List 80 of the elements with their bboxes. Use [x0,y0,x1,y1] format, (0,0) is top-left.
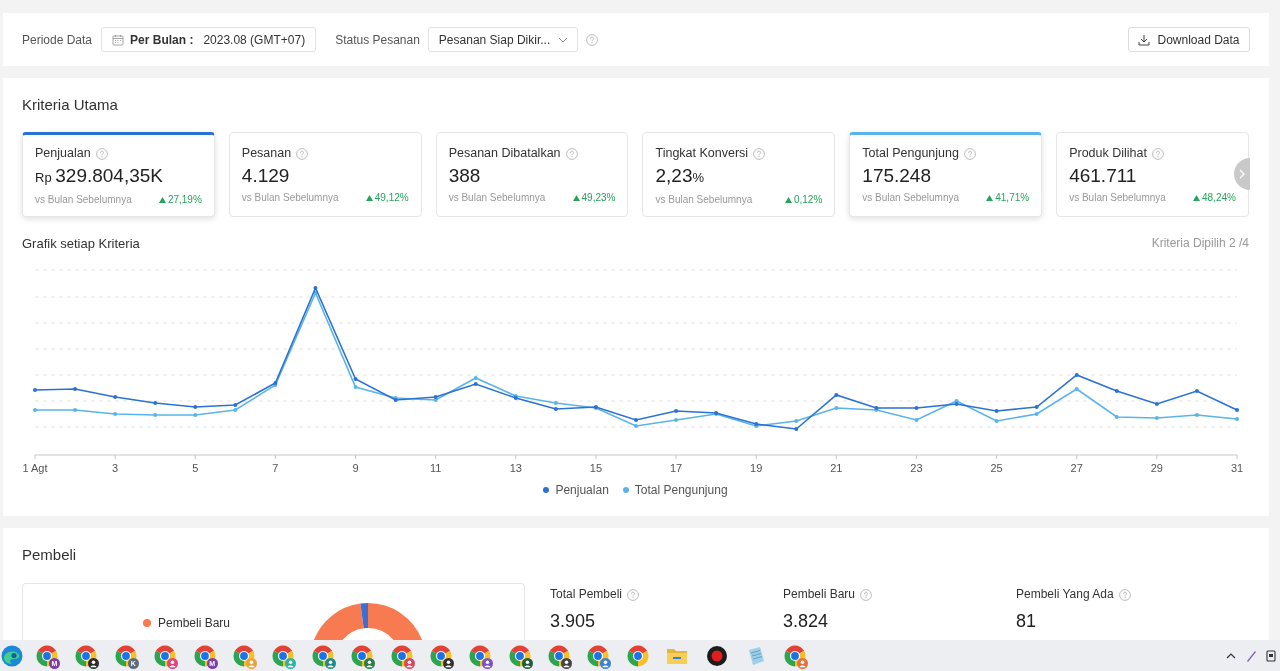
metric-card[interactable]: Pesanan Dibatalkan 388 vs Bulan Sebelumnya 49,23% [435,132,629,217]
comparison-label: vs Bulan Sebelumnya [35,194,132,206]
x-axis-label: 7 [272,462,279,474]
metric-label: Pesanan [241,146,292,161]
change-value: 27,19% [167,194,202,206]
chevron-right-icon [1239,169,1245,179]
metric-value: 3.905 [550,610,597,632]
calendar-icon [112,33,125,46]
x-axis-label: 9 [352,462,359,474]
change-value: 49,12% [374,192,409,204]
comparison-label: vs Bulan Sebelumnya [241,192,339,204]
x-axis-label: 27 [1070,462,1083,474]
metric-label: Pembeli Baru [783,587,856,602]
up-triangle-icon [572,195,580,201]
metric-label: Pesanan Dibatalkan [448,146,561,161]
x-axis-label: 3 [112,462,119,474]
change-value: 48,24% [1202,192,1236,204]
up-triangle-icon [365,195,373,201]
metric-label: Total Pembeli [550,587,623,602]
device-icon[interactable] [1265,648,1277,663]
metric-value: 175.248 [862,165,932,187]
period-picker[interactable]: Per Bulan : 2023.08 (GMT+07) [101,27,317,52]
status-label: Status Pesanan [335,32,420,47]
metric-card[interactable]: Pesanan 4.129 vs Bulan Sebelumnya 49,12% [228,132,422,217]
existing-buyers-slice [360,603,369,629]
metric-value: 3.824 [783,610,830,632]
change-value: 49,23% [581,192,616,204]
chevron-down-icon [558,36,569,43]
metric-label: Penjualan [35,146,91,161]
status-dropdown[interactable]: Pesanan Siap Dikir... [427,27,578,52]
metric-label: Produk Dilihat [1069,146,1147,161]
x-axis-label: 1 Agt [22,462,48,474]
metric-card[interactable]: Total Pengunjung 175.248 vs Bulan Sebelumnya 41,71% [849,132,1043,217]
comparison-label: vs Bulan Sebelumnya [448,192,546,204]
selection-count: Kriteria Dipilih 2 /4 [1151,236,1249,251]
up-triangle-icon [158,197,166,203]
x-axis-label: 25 [990,462,1003,474]
period-label: Periode Data [22,32,93,47]
comparison-label: vs Bulan Sebelumnya [655,194,753,206]
x-axis-label: 5 [192,462,199,474]
x-axis-label: 15 [589,462,603,474]
metric-value: 81 [1016,610,1038,632]
metric-value: 2,23% [655,165,706,188]
section-title: Pembeli [22,546,78,564]
metric-label: Tingkat Konversi [655,146,749,161]
change-value: 41,71% [995,192,1030,204]
x-axis-label: 31 [1230,462,1244,474]
x-axis-label: 19 [750,462,763,474]
section-title: Kriteria Utama [22,96,119,114]
metric-value: Rp 329.804,35K [35,165,164,188]
up-triangle-icon [1193,195,1201,201]
x-axis-label: 29 [1150,462,1163,474]
x-axis-label: 23 [910,462,923,474]
metric-card[interactable]: Penjualan Rp 329.804,35K vs Bulan Sebelumnya 27,19% [22,132,215,217]
metric-label: Pembeli Yang Ada [1016,587,1114,602]
legend-label[interactable]: Total Pengunjung [634,483,728,497]
up-triangle-icon [784,197,792,203]
browser-icon[interactable] [1,644,23,667]
download-button[interactable]: Download Data [1128,27,1250,52]
chart-title: Grafik setiap Kriteria [22,236,140,251]
metric-value: 388 [448,165,482,187]
browser-icon[interactable] [36,644,58,667]
metric-label: Total Pengunjung [862,146,959,161]
metric-value: 461.711 [1069,165,1138,187]
change-value: 0,12% [793,194,823,206]
metric-card[interactable]: Tingkat Konversi 2,23% vs Bulan Sebelumnya 0,12% [642,132,836,217]
up-triangle-icon [986,195,994,201]
download-icon [1138,33,1151,46]
pen-icon[interactable] [1245,648,1257,663]
x-axis-label: 13 [509,462,522,474]
x-axis-label: 17 [669,462,683,474]
legend-label[interactable]: Penjualan [555,483,609,497]
x-axis-label: 21 [830,462,843,474]
comparison-label: vs Bulan Sebelumnya [862,192,960,204]
metric-value: 4.129 [241,165,291,187]
browser-icon[interactable] [193,644,216,667]
comparison-label: vs Bulan Sebelumnya [1069,192,1166,204]
x-axis-label: 11 [429,462,442,474]
legend-label: Pembeli Baru [158,616,231,630]
record-icon[interactable] [705,644,728,667]
